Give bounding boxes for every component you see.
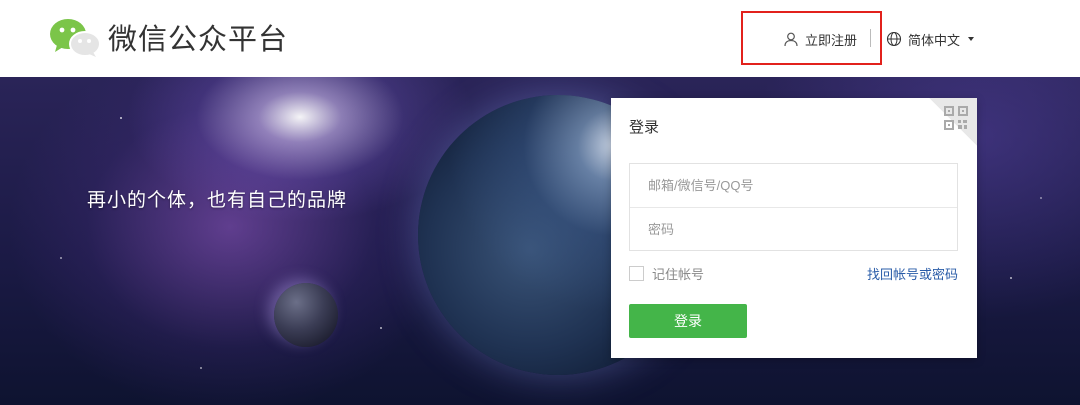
moon-illustration — [274, 283, 338, 347]
globe-icon — [886, 31, 902, 47]
register-link[interactable]: 立即注册 — [783, 28, 857, 50]
remember-label: 记住帐号 — [652, 268, 705, 283]
top-header: 微信公众平台 立即注册 简体中文 — [0, 0, 1080, 77]
chevron-down-icon — [968, 37, 975, 41]
header-separator — [870, 29, 871, 47]
login-input-group — [629, 163, 958, 251]
qr-code-icon[interactable] — [944, 106, 968, 130]
banner-slogan: 再小的个体，也有自己的品牌 — [87, 189, 348, 211]
star-decoration — [60, 257, 62, 259]
star-decoration — [200, 367, 202, 369]
star-decoration — [1040, 197, 1042, 199]
register-label: 立即注册 — [805, 33, 858, 49]
remember-account[interactable]: 记住帐号 — [629, 264, 704, 283]
account-input[interactable] — [630, 164, 957, 207]
language-label: 简体中文 — [908, 33, 961, 49]
wechat-logo-icon[interactable] — [49, 18, 101, 58]
login-card: 登录 记住帐号 找回帐号或密码 登录 — [611, 98, 977, 358]
forgot-password-link[interactable]: 找回帐号或密码 — [867, 264, 958, 283]
star-decoration — [380, 327, 382, 329]
language-select[interactable]: 简体中文 — [886, 28, 975, 50]
site-title: 微信公众平台 — [108, 22, 289, 56]
login-title: 登录 — [629, 118, 660, 136]
remember-checkbox[interactable] — [629, 266, 644, 281]
star-decoration — [1010, 277, 1012, 279]
star-decoration — [120, 117, 122, 119]
user-icon — [784, 32, 798, 47]
password-input[interactable] — [630, 208, 957, 251]
login-button[interactable]: 登录 — [629, 304, 747, 338]
